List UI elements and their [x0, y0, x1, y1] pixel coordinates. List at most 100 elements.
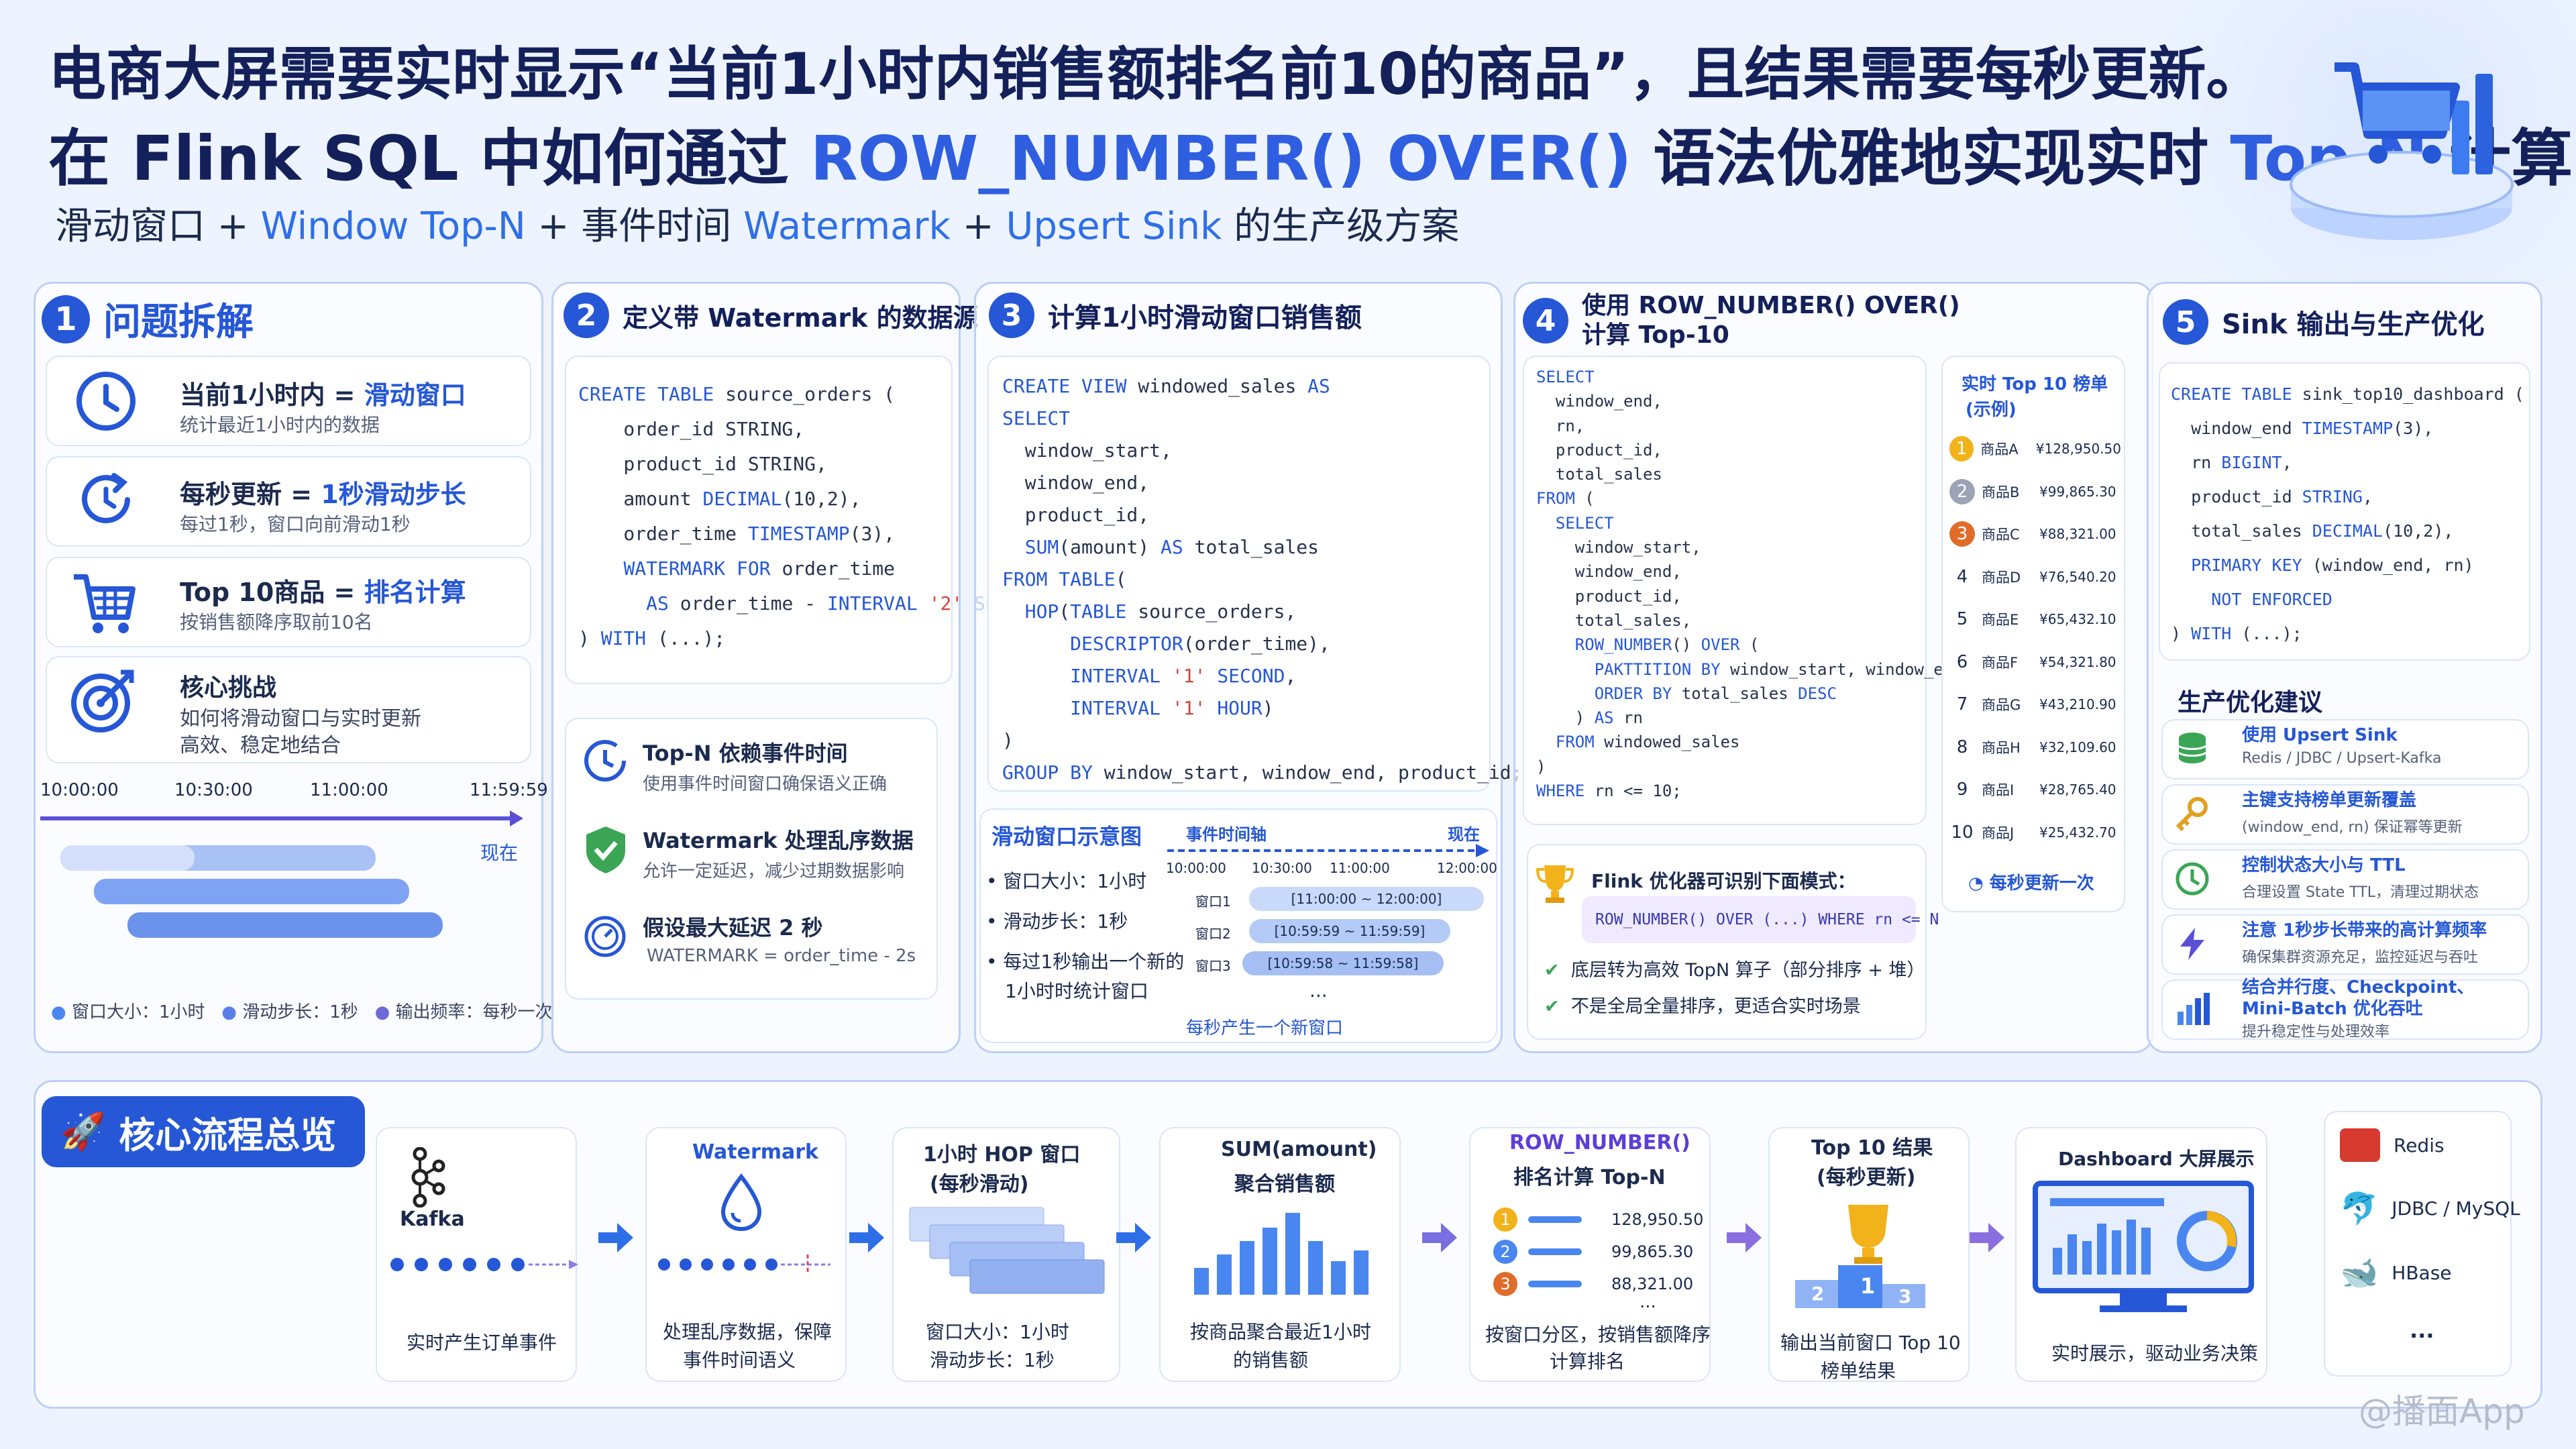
optimizer-check-2: ✔ 不是全局全量排序，更适合实时场景	[1544, 996, 1861, 1017]
optimizer-title: Flink 优化器可识别下面模式：	[1591, 870, 1856, 892]
sink-more: ...	[2410, 1318, 2434, 1343]
rank-product: 商品H	[1982, 739, 2021, 756]
database-icon	[2174, 730, 2211, 770]
panel4-header: 4 使用 ROW_NUMBER() OVER() 计算 Top-10	[1523, 291, 1960, 350]
flow-arrow-2	[849, 1223, 884, 1252]
flow-step-3-desc2: 滑动步长：1秒	[930, 1349, 1055, 1371]
event-stream-dots	[390, 1258, 578, 1271]
flow-step-4-desc1: 按商品聚合最近1小时	[1190, 1321, 1371, 1343]
flow-step-2-desc2: 事件时间语义	[683, 1349, 796, 1371]
rank-sales: ¥128,950.50	[2035, 441, 2121, 457]
problem-item-3-head: Top 10商品 = 排名计算	[180, 578, 466, 607]
panel1-header: 1 问题拆解	[42, 292, 254, 346]
flow-rank-row-3: 3 88,321.00	[1493, 1272, 1693, 1296]
panel4-title-1: 使用 ROW_NUMBER() OVER()	[1582, 292, 1960, 319]
sliding-bullet-3b: 1小时时统计窗口	[1005, 980, 1148, 1002]
rank-sales: ¥88,321.00	[2039, 526, 2116, 542]
advice-desc: 合理设置 State TTL，清理过期状态	[2242, 884, 2479, 901]
ranking-row: 5 商品E ¥65,432.10	[1949, 606, 2121, 632]
advice-title: 生产优化建议	[2178, 689, 2323, 716]
rank-number: 6	[1956, 651, 1968, 672]
podium-label-2: 2	[1811, 1283, 1824, 1305]
rank-number: 3	[1949, 521, 1975, 547]
ranking-row: 7 商品G ¥43,210.90	[1949, 692, 2121, 717]
rank-product: 商品G	[1982, 697, 2021, 713]
rank-number: 1	[1949, 436, 1974, 462]
panel2-title: 定义带 Watermark 的数据源	[623, 303, 979, 333]
flow-step-2-top: Watermark	[692, 1140, 818, 1164]
rank-number: 2	[1949, 478, 1975, 504]
panel2-header: 2 定义带 Watermark 的数据源	[564, 292, 979, 338]
sliding-diagram-title: 滑动窗口示意图	[991, 824, 1142, 849]
problem-item-4-desc: 如何将滑动窗口与实时更新	[180, 707, 421, 731]
sum-bar-chart-icon	[1194, 1213, 1368, 1295]
panel3-title: 计算1小时滑动窗口销售额	[1048, 303, 1362, 333]
flow-step-6-top2: (每秒更新)	[1817, 1166, 1916, 1189]
window-ellipsis: ...	[1309, 979, 1328, 1002]
flow-step-5-top2: 排名计算 Top-N	[1513, 1166, 1666, 1189]
ranking-title: 实时 Top 10 榜单	[1962, 374, 2108, 394]
flow-rank-ellipsis: ...	[1640, 1292, 1656, 1312]
rank-number: 10	[1951, 822, 1974, 843]
ranking-row: 6 商品F ¥54,321.80	[1949, 649, 2121, 675]
podium-label-3: 3	[1898, 1285, 1911, 1307]
flow-step-5-top: ROW_NUMBER()	[1509, 1131, 1690, 1155]
rank-sales: ¥76,540.20	[2039, 568, 2116, 585]
flow-step-1-top: Kafka	[400, 1208, 465, 1231]
cart-podium-illustration	[2290, 62, 2514, 240]
panel3-header: 3 计算1小时滑动窗口销售额	[989, 292, 1362, 338]
ranking-row: 9 商品I ¥28,765.40	[1949, 777, 2121, 802]
flow-step-4-top: SUM(amount)	[1221, 1138, 1377, 1161]
window-1-bar: [11:00:00 ~ 12:00:00]	[1249, 887, 1484, 911]
rank-product: 商品F	[1982, 654, 2019, 671]
page-subtitle: 滑动窗口 + Window Top-N + 事件时间 Watermark + U…	[55, 205, 1460, 248]
advice-title: 使用 Upsert Sink	[2242, 725, 2398, 745]
rank-sales: ¥99,865.30	[2039, 483, 2116, 500]
advice-desc: 提升稳定性与处理效率	[2242, 1024, 2390, 1040]
water-drop-icon	[720, 1173, 762, 1232]
flow-title-badge: 🚀 核心流程总览	[42, 1096, 365, 1167]
problem-item-1-head: 当前1小时内 = 滑动窗口	[180, 380, 466, 410]
shield-check-icon	[586, 826, 625, 873]
optimizer-check-1: ✔ 底层转为高效 TopN 算子（部分排序 + 堆）	[1544, 960, 1925, 981]
problem-item-2-desc: 每过1秒，窗口向前滑动1秒	[180, 513, 411, 535]
sliding-tick-2: 11:00:00	[1330, 860, 1390, 876]
podium-trophy-icon: 1 2 3	[1795, 1205, 1925, 1308]
note-1-desc: 使用事件时间窗口确保语义正确	[643, 774, 888, 794]
podium-label-1: 1	[1860, 1273, 1875, 1299]
flow-step-5-desc2: 计算排名	[1550, 1350, 1625, 1373]
step-number-5: 5	[2163, 299, 2208, 345]
panel5-title: Sink 输出与生产优化	[2222, 309, 2485, 340]
advice-title: 注意 1秒步长带来的高计算频率	[2242, 920, 2487, 941]
flow-step-3-desc1: 窗口大小：1小时	[926, 1321, 1069, 1343]
window-3-bar: [10:59:58 ~ 11:59:58]	[1242, 951, 1444, 975]
hbase-icon: 🐋	[2340, 1254, 2379, 1291]
flow-step-5-desc1: 按窗口分区，按销售额降序	[1485, 1324, 1711, 1346]
topn-query-code: SELECT window_end, rn, product_id, total…	[1536, 368, 1963, 801]
flow-step-3-top: 1小时 HOP 窗口	[923, 1143, 1081, 1167]
cart-icon	[74, 574, 136, 633]
sliding-axis	[1167, 844, 1489, 857]
ranking-row: 10 商品J ¥25,432.70	[1949, 820, 2121, 845]
rank-sales: ¥43,210.90	[2039, 696, 2116, 712]
rank-number: 9	[1956, 780, 1968, 800]
ranking-row: 8 商品H ¥32,109.60	[1949, 735, 2121, 760]
note-1-title: Top-N 依赖事件时间	[643, 741, 848, 766]
sliding-footer: 每秒产生一个新窗口	[1186, 1018, 1344, 1038]
timeline-tick-1: 10:30:00	[174, 780, 253, 800]
sink-hbase: 🐋 HBase	[2340, 1254, 2452, 1291]
window-2-label: 窗口2	[1195, 926, 1231, 942]
dashboard-monitor-icon	[2033, 1181, 2254, 1312]
sliding-bullet-2: • 滑动步长：1秒	[986, 910, 1128, 932]
ranking-row: 2 商品B ¥99,865.30	[1949, 478, 2121, 504]
rank-product: 商品I	[1982, 782, 2015, 798]
rocket-icon: 🚀	[60, 1110, 106, 1152]
problem-item-4-head: 核心挑战	[180, 674, 277, 702]
sliding-bullet-1: • 窗口大小：1小时	[986, 870, 1147, 892]
note-3-desc: WATERMARK = order_time - 2s	[647, 946, 916, 966]
bar-chart-icon	[2174, 990, 2211, 1030]
event-clock-icon	[584, 740, 626, 782]
panel5-header: 5 Sink 输出与生产优化	[2163, 299, 2485, 345]
ranking-row: 1 商品A ¥128,950.50	[1949, 436, 2121, 462]
flow-rank-row-2: 2 99,865.30	[1493, 1240, 1693, 1264]
